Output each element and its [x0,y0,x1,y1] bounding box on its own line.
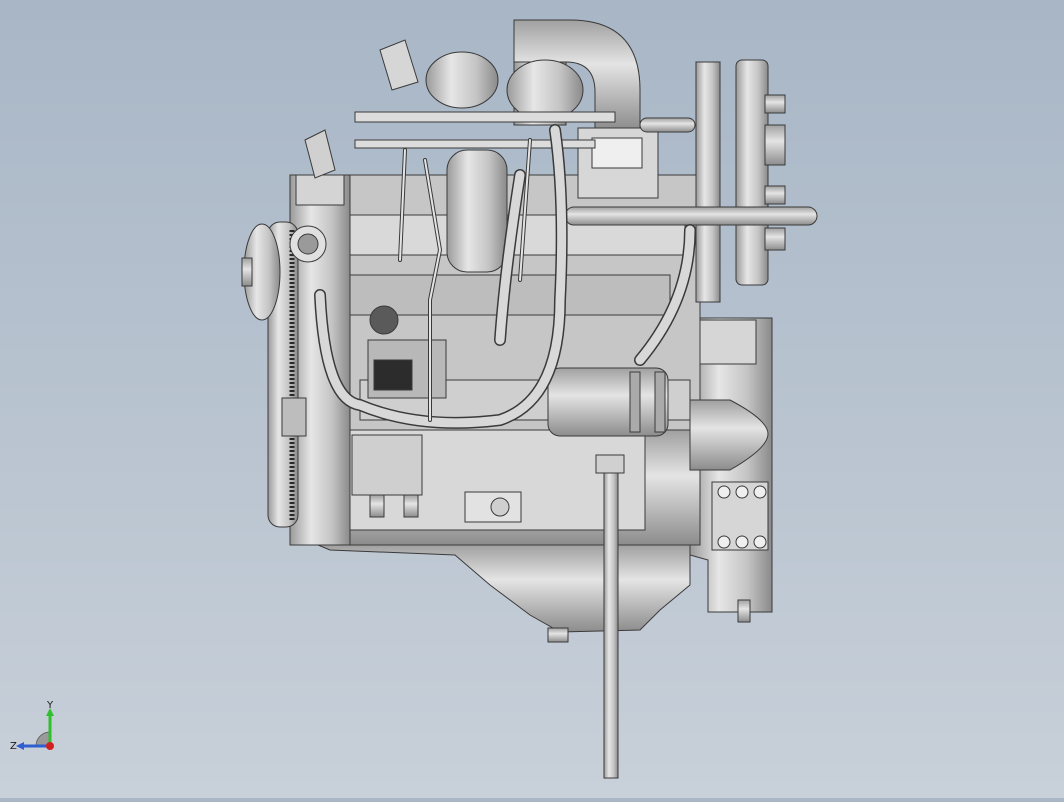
front-sensor [281,397,307,437]
oil-filter [446,149,508,273]
x-axis-dot [46,742,54,750]
rear-bracket [695,61,721,303]
z-arrow-icon [16,742,24,750]
alternator-plate [735,59,769,286]
bell-mount-top [699,319,757,365]
drain-plug [547,627,569,643]
graphics-viewport[interactable] [0,0,1064,798]
coolant-pipe [564,206,818,226]
engine-model[interactable] [0,0,1064,798]
intake-flange [379,39,419,91]
fuel-rail [354,111,616,123]
y-axis-label: Y [46,700,54,711]
block-bracket [351,434,423,496]
turbo-housing [425,51,499,109]
z-axis-label: Z [10,741,17,752]
starter-motor [547,367,669,437]
dipstick-tube [603,464,619,779]
coordinate-triad: Y Z [10,700,54,752]
oil-pan [317,544,691,633]
